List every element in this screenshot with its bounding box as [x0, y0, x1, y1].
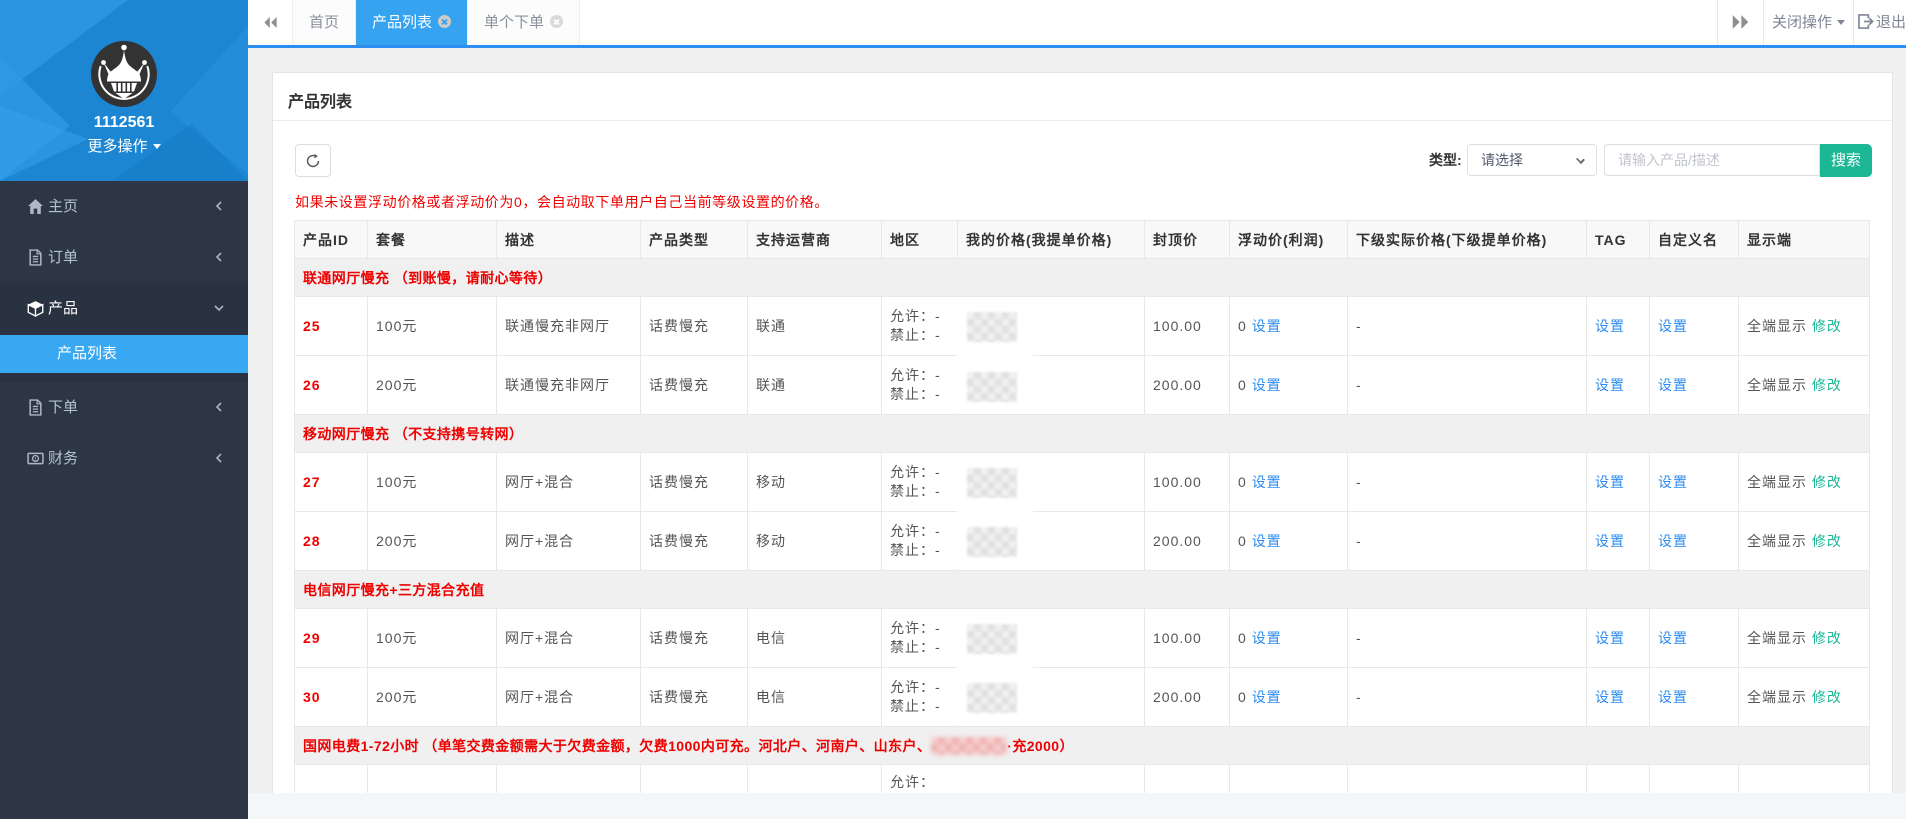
svg-text:1: 1: [34, 457, 37, 463]
